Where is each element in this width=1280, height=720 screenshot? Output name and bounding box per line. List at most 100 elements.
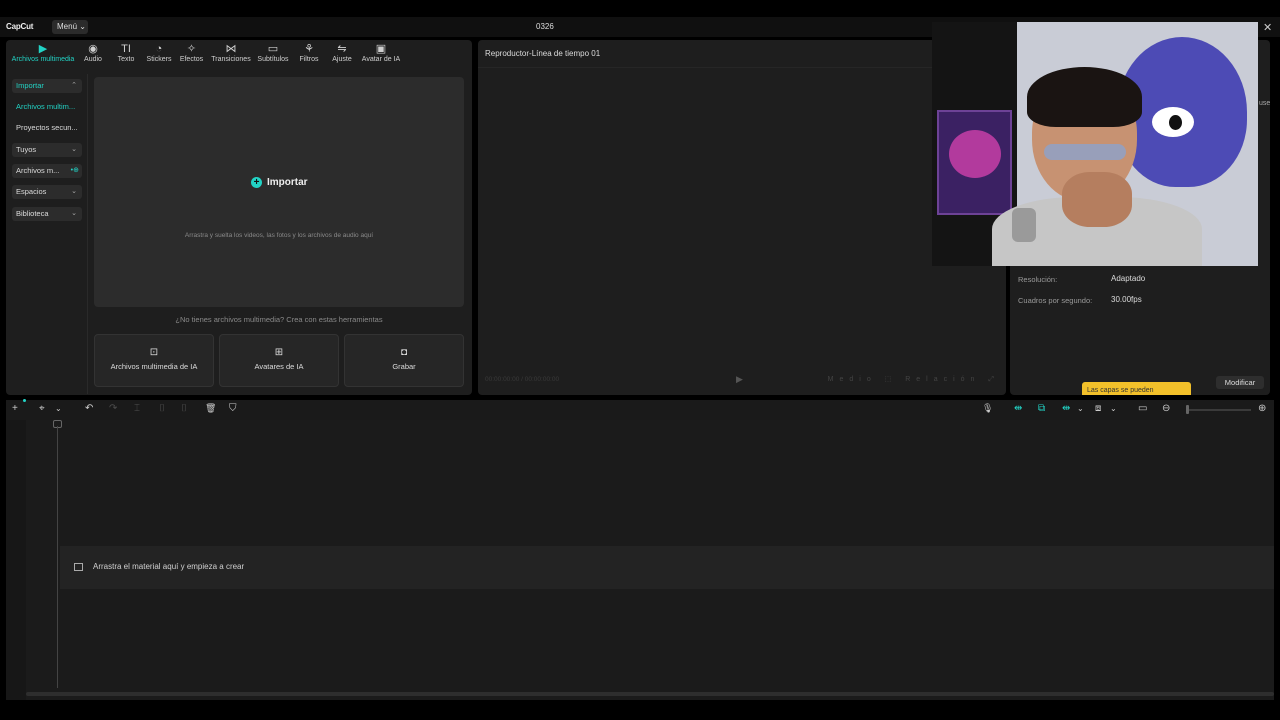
fps-label: Cuadros por segundo: [1018,296,1093,305]
status-dot [23,399,26,402]
media-sidebar: Importar ⌃ Archivos multim... Proyectos … [6,74,88,394]
resolution-value: Adaptado [1111,274,1146,283]
timeline-scrollbar[interactable] [26,692,1274,696]
layers-tooltip: Las capas se pueden [1082,382,1191,395]
ai-media-card[interactable]: ⊡ Archivos multimedia de IA [94,334,214,387]
resolution-label: Resolución: [1018,275,1058,284]
playhead[interactable] [57,426,58,688]
tab-audio[interactable]: ◉ Audio [82,43,104,63]
select-tool-icon[interactable]: ⌖ [39,403,45,414]
split-icon[interactable]: ⌶ [134,403,140,414]
cam-person-hair [1027,67,1142,127]
app-logo: CapCut [6,22,34,31]
marker-icon[interactable]: ⛉ [229,403,237,414]
chevron-down-icon[interactable]: ⌄ [1077,404,1084,413]
transitions-icon: ⋈ [225,43,237,55]
zoom-slider[interactable] [1187,409,1251,411]
main-track[interactable]: Arrastra el material aquí y empieza a cr… [60,546,1274,589]
cam-poster [937,110,1012,215]
link-badge-icon: •⊕ [70,167,79,174]
chevron-down-icon: ⌄ [71,210,77,217]
sidebar-item-espacios[interactable]: Espacios ⌄ [12,185,82,199]
media-toolbar: ▶ Archivos multimedia ◉ Audio TI Texto ◔… [6,40,472,68]
avatar-icon: ▣ [375,43,387,55]
sidebar-item-archivos-multimedia[interactable]: Archivos multim... [12,100,82,114]
monitor-icon[interactable]: ▭ [1138,403,1147,414]
import-button[interactable]: + Importar [251,177,308,188]
chevron-down-icon[interactable]: ⌄ [1110,404,1117,413]
tab-efectos[interactable]: ✧ Efectos [178,43,205,63]
microphone-icon[interactable]: 🎙 [982,403,993,414]
tab-stickers[interactable]: ◔ Stickers [145,43,173,63]
text-icon: TI [121,43,131,55]
sidebar-item-proyectos-secundarios[interactable]: Proyectos secun... [12,121,82,135]
player-extra-controls[interactable]: Medio ⬚ Relación ⤢ [828,375,1000,384]
player-panel: Reproductor-Línea de tiempo 01 00:00:00:… [478,40,1006,395]
tab-texto[interactable]: TI Texto [114,43,138,63]
camera-icon: ◘ [400,347,408,358]
timeline-area[interactable]: Arrastra el material aquí y empieza a cr… [6,420,1274,700]
dropzone-hint: Arrastra y suelta los videos, las fotos … [184,232,374,239]
tab-transiciones[interactable]: ⋈ Transiciones [210,43,252,63]
auto-snap-icon[interactable]: ⧉ [1038,403,1045,414]
effects-icon: ✧ [186,43,197,55]
play-icon[interactable]: ▶ [736,374,743,385]
zoom-out-icon[interactable]: ⊖ [1162,403,1170,414]
sidebar-item-biblioteca[interactable]: Biblioteca ⌄ [12,207,82,221]
media-panel: ▶ Archivos multimedia ◉ Audio TI Texto ◔… [6,40,472,395]
chevron-down-icon[interactable]: ⌄ [55,404,62,413]
tab-subtitulos[interactable]: ▭ Subtítulos [256,43,290,63]
sidebar-item-tuyos[interactable]: Tuyos ⌄ [12,143,82,157]
delete-icon[interactable]: 🗑 [205,403,216,414]
zoom-in-icon[interactable]: ⊕ [1258,403,1266,414]
track-hint: Arrastra el material aquí y empieza a cr… [74,562,244,571]
tab-archivos-multimedia[interactable]: ▶ Archivos multimedia [9,43,77,63]
cam-person-watch [1012,208,1036,242]
fps-value: 30.00fps [1111,295,1142,304]
player-title: Reproductor-Línea de tiempo 01 [485,49,601,58]
filters-icon: ⚘ [304,43,314,55]
no-media-hint: ¿No tienes archivos multimedia? Crea con… [175,315,383,324]
add-icon[interactable]: + [12,403,18,414]
record-card[interactable]: ◘ Grabar [344,334,464,387]
project-title: 0326 [536,22,554,31]
cam-person-glasses [1044,144,1126,160]
player-controls: 00:00:00:00 / 00:00:00:00 ▶ Medio ⬚ Rela… [478,374,1006,388]
import-dropzone[interactable]: + Importar Arrastra y suelta los videos, … [94,77,464,307]
webcam-overlay [932,22,1258,266]
split-right-icon[interactable]: ⌷ [181,403,187,414]
sidebar-item-archivos-m[interactable]: Archivos m... •⊕ [12,164,82,178]
ai-avatar-icon: ⊞ [274,347,284,358]
chevron-up-icon: ⌃ [71,82,77,89]
plus-icon: + [251,177,262,188]
ai-media-icon: ⊡ [149,347,159,358]
user-tag: user [1259,100,1270,107]
media-icon: ▶ [38,43,48,55]
menu-button[interactable]: Menú ⌄ [52,20,88,34]
subtitles-icon: ▭ [267,43,279,55]
timecode: 00:00:00:00 / 00:00:00:00 [485,376,560,383]
sticker-icon: ◔ [155,43,163,55]
undo-icon[interactable]: ↶ [85,403,93,414]
cam-person-hand [1062,172,1132,227]
magnet-link-icon[interactable]: ⇹ [1014,403,1022,414]
tab-ajuste[interactable]: ⇋ Ajuste [330,43,354,63]
linkage-icon[interactable]: ⇹ [1062,403,1070,414]
timeline-toolbar: + ⌖ ⌄ ↶ ↷ ⌶ ⌷ ⌷ 🗑 ⛉ 🎙 ⇹ ⧉ ⇹ ⌄ ⧈ ⌄ ▭ ⊖ ⊕ [6,399,1274,420]
modify-button[interactable]: Modificar [1216,376,1264,389]
split-left-icon[interactable]: ⌷ [159,403,165,414]
redo-icon[interactable]: ↷ [109,403,117,414]
ai-avatars-card[interactable]: ⊞ Avatares de IA [219,334,339,387]
preview-axis-icon[interactable]: ⧈ [1095,403,1101,414]
chevron-down-icon: ⌄ [71,188,77,195]
close-icon[interactable]: ✕ [1263,21,1272,34]
chevron-down-icon: ⌄ [71,146,77,153]
adjust-icon: ⇋ [337,43,347,55]
sidebar-item-importar[interactable]: Importar ⌃ [12,79,82,93]
audio-icon: ◉ [88,43,98,55]
zoom-slider-handle[interactable] [1186,405,1189,414]
tab-avatar-ia[interactable]: ▣ Avatar de IA [360,43,402,63]
track-header-column [6,420,26,700]
tab-filtros[interactable]: ⚘ Filtros [297,43,321,63]
film-icon [74,562,83,571]
